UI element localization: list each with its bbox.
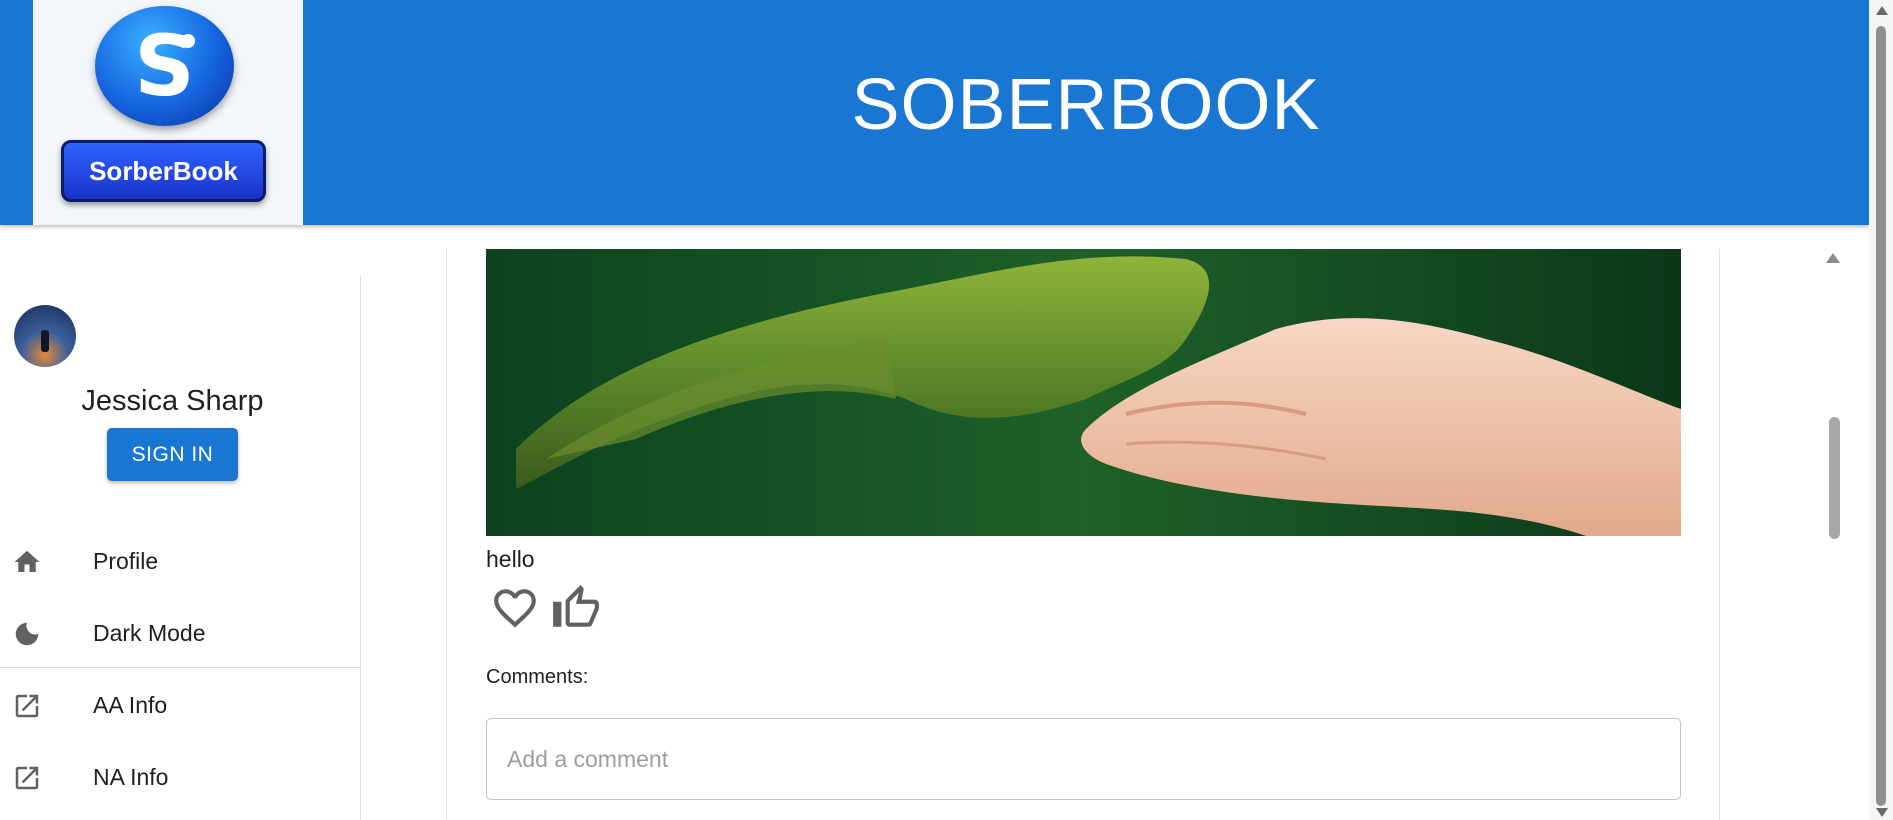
avatar[interactable] — [14, 305, 76, 367]
comments-label: Comments: — [486, 666, 589, 688]
sidebar-item-label: Profile — [93, 548, 159, 574]
post-image — [486, 249, 1681, 536]
heart-icon — [494, 589, 536, 628]
sidebar-item-na-info[interactable]: NA Info — [0, 741, 360, 813]
home-icon — [12, 547, 42, 577]
app-header: S SorberBook SOBERBOOK — [0, 0, 1869, 225]
app-title: SOBERBOOK — [851, 65, 1321, 145]
user-name: Jessica Sharp — [81, 385, 264, 417]
page-scroll-down-icon[interactable] — [1876, 808, 1888, 817]
sidebar-item-label: Dark Mode — [93, 620, 206, 646]
sidebar-item-profile[interactable]: Profile — [0, 525, 360, 597]
like-heart-button[interactable] — [490, 583, 540, 633]
comment-input[interactable] — [486, 718, 1681, 800]
moon-icon — [12, 619, 42, 649]
sign-in-button[interactable]: SIGN IN — [107, 428, 238, 481]
sidebar-item-aa-info[interactable]: AA Info — [0, 669, 360, 741]
app-logo[interactable]: S SorberBook — [33, 0, 303, 225]
sidebar-item-dark-mode[interactable]: Dark Mode — [0, 597, 360, 669]
sidebar-item-label: AA Info — [93, 692, 168, 718]
logo-dot — [181, 34, 195, 48]
feed-scrollbar-thumb[interactable] — [1829, 417, 1840, 539]
post-image-art — [486, 249, 1681, 536]
thumbs-up-button[interactable] — [551, 583, 601, 633]
sidebar-item-label: NA Info — [93, 764, 169, 790]
logo-text: SorberBook — [89, 156, 238, 186]
logo-letter: S — [134, 17, 195, 115]
scroll-up-arrow-icon[interactable] — [1826, 253, 1840, 263]
external-link-icon — [12, 763, 42, 793]
page-scroll-up-icon[interactable] — [1876, 6, 1888, 15]
thumbs-up-icon — [553, 585, 599, 627]
external-link-icon — [12, 691, 42, 721]
nav-divider — [0, 667, 360, 668]
logo-emblem: S — [95, 6, 234, 126]
sidebar: Jessica Sharp SIGN IN Profile Dark Mode … — [0, 275, 361, 820]
logo-badge: SorberBook — [61, 140, 266, 202]
post-caption: hello — [486, 546, 535, 572]
page-scrollbar-thumb[interactable] — [1876, 26, 1886, 806]
